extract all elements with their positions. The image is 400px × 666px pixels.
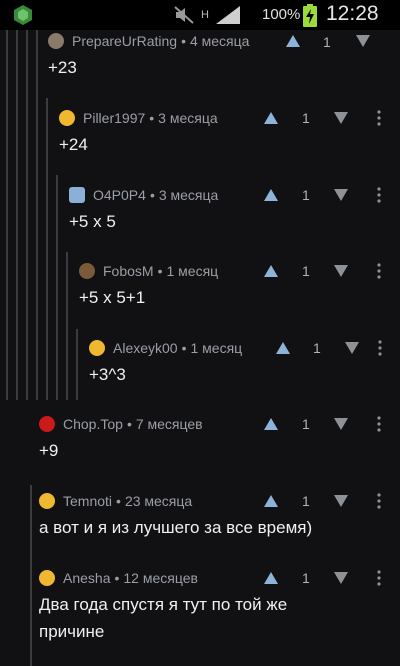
upvote-icon[interactable]	[276, 342, 290, 354]
comment-text: +9	[39, 441, 59, 460]
thread-line	[56, 175, 58, 400]
downvote-icon[interactable]	[356, 35, 370, 47]
avatar[interactable]	[79, 263, 95, 279]
comment-author[interactable]: PrepareUrRating	[72, 33, 177, 49]
clock: 12:28	[326, 2, 379, 25]
thread-line	[46, 98, 48, 400]
thread-line	[26, 30, 28, 400]
comment-author[interactable]: Anesha	[63, 570, 110, 586]
downvote-icon[interactable]	[345, 342, 359, 354]
more-options-icon[interactable]	[376, 263, 382, 279]
downvote-icon[interactable]	[334, 418, 348, 430]
network-type-label: H	[201, 8, 209, 21]
avatar[interactable]	[39, 570, 55, 586]
downvote-icon[interactable]	[334, 189, 348, 201]
comment-text-line: причине	[39, 622, 105, 641]
app-icon	[14, 5, 32, 25]
status-bar: H 100% 12:28	[0, 0, 400, 30]
comment-age: 1 месяц	[166, 263, 219, 279]
comment-text-line: Два года спустя я тут по той же	[39, 595, 288, 614]
comment-age: 3 месяца	[158, 187, 219, 203]
comment-age: 12 месяцев	[123, 570, 198, 586]
downvote-icon[interactable]	[334, 265, 348, 277]
comment-author[interactable]: Temnoti	[63, 493, 112, 509]
meta-separator: •	[126, 416, 132, 432]
meta-separator: •	[157, 263, 163, 279]
meta-separator: •	[114, 570, 120, 586]
meta-separator: •	[116, 493, 121, 509]
vote-score: 1	[302, 263, 310, 279]
comment-age: 3 месяца	[158, 110, 218, 126]
avatar[interactable]	[59, 110, 75, 126]
more-options-icon[interactable]	[376, 416, 382, 432]
vote-score: 1	[302, 110, 310, 126]
comment-author[interactable]: FobosM	[103, 263, 154, 279]
more-options-icon[interactable]	[376, 570, 382, 586]
upvote-icon[interactable]	[264, 495, 278, 507]
thread-line	[76, 329, 78, 400]
comment-age: 7 месяцев	[135, 416, 203, 432]
thread-line	[16, 30, 18, 400]
comment-text: +24	[59, 135, 88, 154]
vote-score: 1	[302, 493, 310, 509]
upvote-icon[interactable]	[264, 265, 278, 277]
thread-line	[66, 252, 68, 400]
more-options-icon[interactable]	[376, 110, 382, 126]
downvote-icon[interactable]	[334, 112, 348, 124]
avatar[interactable]	[39, 493, 55, 509]
mute-icon	[174, 6, 194, 24]
comment-author[interactable]: Chop.Top	[63, 416, 123, 432]
upvote-icon[interactable]	[264, 418, 278, 430]
battery-charging-icon	[303, 4, 317, 27]
more-options-icon[interactable]	[377, 340, 383, 356]
downvote-icon[interactable]	[334, 495, 348, 507]
downvote-icon[interactable]	[334, 572, 348, 584]
comment-text: +3^3	[89, 365, 126, 384]
more-options-icon[interactable]	[376, 493, 382, 509]
upvote-icon[interactable]	[286, 35, 300, 47]
avatar[interactable]	[69, 187, 85, 203]
vote-score: 1	[313, 340, 321, 356]
avatar[interactable]	[48, 33, 64, 49]
vote-score: 1	[302, 416, 310, 432]
thread-line	[36, 30, 38, 400]
comment-age: 4 месяца	[189, 33, 250, 49]
comment-text: +5 x 5	[69, 212, 116, 231]
upvote-icon[interactable]	[264, 112, 278, 124]
avatar[interactable]	[89, 340, 105, 356]
status-icons: H	[174, 5, 240, 25]
avatar[interactable]	[39, 416, 55, 432]
comment-age: 1 месяц	[190, 340, 243, 356]
vote-score: 1	[302, 570, 310, 586]
meta-separator: •	[181, 33, 186, 49]
comment-text: а вот и я из лучшего за все время)	[39, 518, 313, 537]
thread-line	[6, 30, 8, 400]
vote-score: 1	[323, 34, 331, 50]
vote-score: 1	[302, 187, 310, 203]
meta-separator: •	[149, 110, 155, 126]
more-options-icon[interactable]	[376, 187, 382, 203]
comment-author[interactable]: Alexeyk00	[113, 340, 178, 356]
comment-age: 23 месяца	[124, 493, 193, 509]
meta-separator: •	[149, 187, 155, 203]
comment-thread: PrepareUrRating • 4 месяца 1 +23 Piller1…	[0, 30, 400, 666]
upvote-icon[interactable]	[264, 189, 278, 201]
comment-text: +5 x 5+1	[79, 288, 146, 307]
battery-percent: 100%	[262, 6, 301, 23]
meta-separator: •	[181, 340, 187, 356]
comment-text: +23	[48, 58, 77, 77]
comment-author[interactable]: O4P0P4	[93, 187, 146, 203]
thread-line	[30, 485, 32, 666]
signal-icon	[216, 6, 240, 24]
upvote-icon[interactable]	[264, 572, 278, 584]
comment-author[interactable]: Piller1997	[83, 110, 145, 126]
